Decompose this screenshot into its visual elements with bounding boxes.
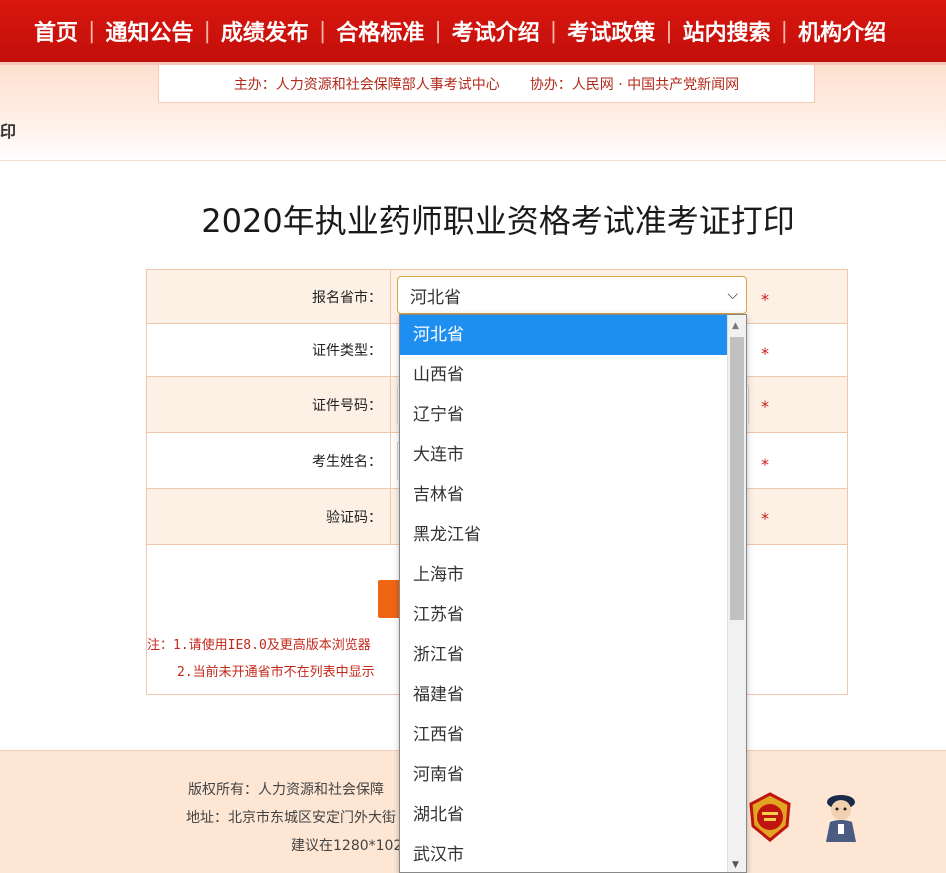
top-nav: 首页 | 通知公告 | 成绩发布 | 合格标准 | 考试介绍 | 考试政策 | …: [0, 0, 946, 65]
nav-home[interactable]: 首页: [34, 0, 78, 62]
province-option[interactable]: 浙江省: [400, 635, 727, 675]
divider: [0, 160, 946, 161]
province-option[interactable]: 河南省: [400, 755, 727, 795]
nav-notices[interactable]: 通知公告: [105, 0, 193, 62]
province-option[interactable]: 武汉市: [400, 835, 727, 872]
id-number-label: 证件号码：: [147, 377, 391, 432]
nav-results[interactable]: 成绩发布: [221, 0, 309, 62]
sponsor-cohost: 协办：人民网 · 中国共产党新闻网: [529, 76, 740, 93]
nav-separator: |: [549, 18, 558, 44]
emblem-icon: [749, 792, 791, 842]
sponsor-bar: 主办：人力资源和社会保障部人事考试中心 协办：人民网 · 中国共产党新闻网: [158, 65, 815, 103]
captcha-label: 验证码：: [147, 489, 391, 544]
breadcrumb: 印: [0, 122, 17, 141]
nav-search[interactable]: 站内搜索: [683, 0, 771, 62]
province-label: 报名省市：: [147, 270, 391, 323]
chevron-down-icon: ⌵: [727, 287, 738, 303]
province-option[interactable]: 黑龙江省: [400, 515, 727, 555]
nav-separator: |: [318, 18, 327, 44]
nav-separator: |: [780, 18, 789, 44]
name-label: 考生姓名：: [147, 433, 391, 488]
required-mark: *: [761, 509, 769, 528]
nav-policy[interactable]: 考试政策: [567, 0, 655, 62]
province-select[interactable]: 河北省 ⌵: [397, 276, 747, 314]
province-option[interactable]: 辽宁省: [400, 395, 727, 435]
required-mark: *: [761, 344, 769, 363]
required-mark: *: [761, 290, 769, 309]
province-option[interactable]: 大连市: [400, 435, 727, 475]
police-mascot-icon: [826, 795, 856, 842]
nav-separator: |: [88, 18, 96, 44]
province-option[interactable]: 福建省: [400, 675, 727, 715]
nav-about[interactable]: 机构介绍: [798, 0, 886, 62]
required-mark: *: [761, 397, 769, 416]
sponsor-host: 主办：人力资源和社会保障部人事考试中心: [233, 76, 500, 93]
province-option[interactable]: 河北省: [400, 315, 727, 355]
footer-copyright: 版权所有：人力资源和社会保障: [188, 782, 384, 798]
page-title: 2020年执业药师职业资格考试准考证打印: [201, 202, 795, 240]
nav-separator: |: [665, 18, 673, 44]
nav-standards[interactable]: 合格标准: [336, 0, 424, 62]
province-option[interactable]: 江苏省: [400, 595, 727, 635]
footer-advice: 建议在1280*102: [291, 838, 403, 854]
nav-separator: |: [434, 18, 442, 44]
province-dropdown-list[interactable]: 河北省 山西省 辽宁省 大连市 吉林省 黑龙江省 上海市 江苏省 浙江省 福建省…: [399, 314, 747, 873]
province-option[interactable]: 吉林省: [400, 475, 727, 515]
province-option[interactable]: 山西省: [400, 355, 727, 395]
scroll-up-arrow-icon[interactable]: ▲: [732, 321, 739, 331]
province-option[interactable]: 湖北省: [400, 795, 727, 835]
province-select-value: 河北省: [410, 287, 461, 308]
required-mark: *: [761, 455, 769, 474]
footer-address: 地址：北京市东城区安定门外大街: [186, 810, 396, 826]
dropdown-scrollbar[interactable]: ▲ ▼: [727, 315, 746, 872]
province-option[interactable]: 江西省: [400, 715, 727, 755]
scrollbar-thumb[interactable]: [730, 337, 744, 620]
nav-separator: |: [203, 18, 211, 44]
scroll-down-arrow-icon[interactable]: ▼: [732, 860, 739, 870]
province-option[interactable]: 上海市: [400, 555, 727, 595]
nav-exam-intro[interactable]: 考试介绍: [452, 0, 540, 62]
id-type-label: 证件类型：: [147, 324, 391, 376]
